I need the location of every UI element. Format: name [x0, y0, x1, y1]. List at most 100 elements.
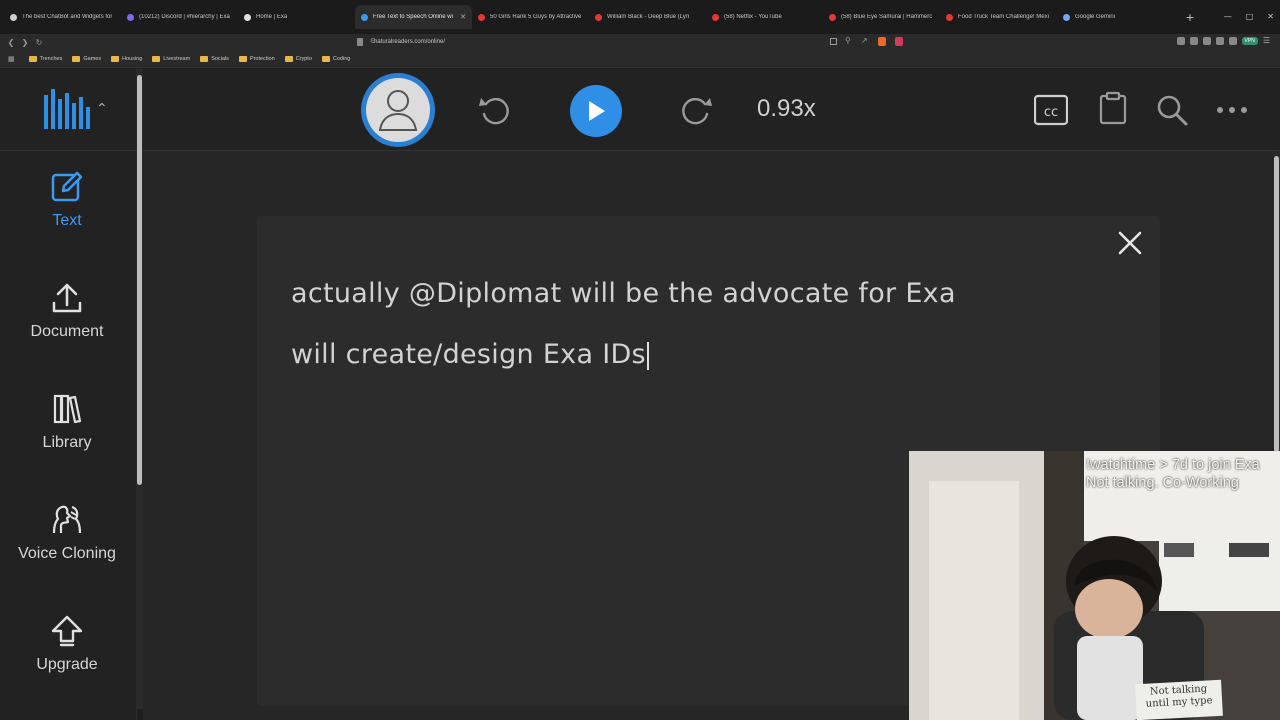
bookmark-folder[interactable]: Coding — [321, 56, 351, 62]
tab-close-icon[interactable]: ✕ — [460, 13, 466, 21]
wallet-icon[interactable] — [1215, 36, 1224, 45]
new-tab-button[interactable]: + — [1182, 11, 1198, 24]
more-options-icon[interactable] — [1215, 93, 1249, 127]
sidebar-item-document[interactable]: Document — [0, 281, 134, 381]
folder-icon — [238, 56, 247, 62]
tab-title: Google Gemini — [1075, 14, 1116, 20]
browser-tab[interactable]: (58) Netflix - YouTube — [706, 5, 823, 29]
sidebar-item-voice-cloning[interactable]: Voice Cloning — [0, 503, 134, 603]
stream-overlay-text: !watchtime > 7d to join Exa Not talking.… — [1086, 456, 1260, 492]
tab-favicon-icon — [361, 13, 368, 21]
folder-icon — [200, 56, 209, 62]
browser-tab[interactable]: Home | Exa — [238, 5, 355, 29]
forward-skip-icon[interactable] — [680, 93, 714, 127]
menu-icon[interactable]: ☰ — [1263, 36, 1270, 45]
minimize-icon[interactable]: — — [1224, 12, 1232, 21]
tab-title: 50 Girls Rank 5 Guys by Attractive — [490, 14, 582, 20]
browser-tab[interactable]: 50 Girls Rank 5 Guys by Attractive — [472, 5, 589, 29]
browser-tab[interactable]: Google Gemini — [1057, 5, 1174, 29]
folder-icon — [72, 56, 81, 62]
extension-icon[interactable] — [1176, 36, 1185, 45]
books-icon — [53, 394, 82, 424]
sidebar-item-label: Document — [30, 323, 104, 340]
bookmark-label: Livestream — [163, 56, 191, 62]
profile-icon[interactable] — [1228, 36, 1237, 45]
tab-title: Free Text to Speech Online wi — [373, 14, 453, 20]
text-caret — [646, 341, 649, 370]
bookmarks-bar: ▦ Trenches Games Housing Livestream Socials P… — [0, 51, 1280, 68]
bookmark-label: Socials — [211, 56, 229, 62]
close-window-icon[interactable]: ✕ — [1267, 12, 1274, 21]
share-icon[interactable]: ↗ — [861, 36, 868, 45]
vpn-button[interactable]: VPN — [1241, 36, 1258, 45]
search-icon[interactable] — [1155, 93, 1189, 127]
maximize-icon[interactable]: □ — [1246, 12, 1254, 21]
editor-text-area[interactable]: actually @Diplomat will be the advocate … — [291, 274, 956, 396]
bookmark-label: Trenches — [39, 56, 63, 62]
back-icon[interactable]: ❮ — [4, 38, 18, 47]
sidebar-item-upgrade[interactable]: Upgrade — [0, 614, 134, 714]
browser-tab[interactable]: Food Truck Team Challenge! Mexi — [940, 5, 1057, 29]
zoom-icon[interactable]: ⚲ — [845, 36, 851, 45]
pencil-square-icon — [51, 171, 83, 202]
app-sidebar: ⌃ Text Document Library Voice Cloning Up… — [0, 69, 137, 720]
play-button[interactable] — [570, 85, 622, 137]
reload-icon[interactable]: ↻ — [32, 38, 46, 47]
editor-line: actually @Diplomat will be the advocate … — [291, 278, 956, 309]
bookmark-label: Games — [83, 56, 102, 62]
window-controls: — □ ✕ — [1224, 12, 1274, 21]
sidebar-divider — [0, 150, 136, 151]
tab-favicon-icon — [946, 13, 953, 21]
bookmark-folder[interactable]: Crypto — [284, 56, 312, 62]
bookmark-icon[interactable] — [357, 38, 363, 46]
main-scrollbar-thumb[interactable] — [1274, 156, 1279, 452]
browser-tab[interactable]: (58) Blue Eye Samurai | Hammerc — [823, 5, 940, 29]
clipboard-icon[interactable] — [1096, 91, 1130, 125]
bookmark-folder[interactable]: Protection — [238, 56, 275, 62]
browser-tab[interactable]: The best ChatBot and Widgets for — [4, 5, 121, 29]
sidebar-item-library[interactable]: Library — [0, 392, 134, 492]
bookmark-label: Coding — [332, 56, 351, 62]
bookmark-label: Crypto — [295, 56, 312, 62]
brave-rewards-icon[interactable] — [895, 37, 903, 46]
bookmark-folder[interactable]: Livestream — [152, 56, 190, 62]
cast-icon[interactable] — [830, 38, 837, 45]
tab-title: Home | Exa — [256, 14, 288, 20]
sidebar-scrollbar-thumb[interactable] — [137, 75, 142, 485]
url-field[interactable]: ⚙ naturalreaders.com/online/ ⚲ ↗ — [352, 35, 912, 49]
avatar — [366, 78, 430, 142]
bookmark-folder[interactable]: Housing — [111, 56, 142, 62]
tab-title: Food Truck Team Challenge! Mexi — [958, 14, 1049, 20]
bookmark-folder[interactable]: Games — [72, 56, 101, 62]
tab-title: (10212) Discord | #hierarchy | Exa — [139, 14, 230, 20]
tab-favicon-icon — [127, 13, 134, 21]
music-icon[interactable] — [1189, 36, 1198, 45]
naturalreader-logo-icon[interactable] — [44, 89, 90, 131]
folder-icon — [321, 56, 330, 62]
rewind-icon[interactable] — [477, 93, 511, 127]
bookmark-folder[interactable]: Trenches — [28, 56, 63, 62]
overlay-line: Not talking. Co-Working — [1086, 475, 1239, 491]
folder-icon — [152, 56, 161, 62]
voice-select-button[interactable] — [361, 73, 435, 147]
tab-favicon-icon — [712, 13, 719, 21]
site-info-icon[interactable]: ⚙ — [370, 37, 376, 45]
sidebar-item-text[interactable]: Text — [0, 170, 134, 270]
apps-grid-icon[interactable]: ▦ — [8, 55, 15, 63]
sidebar-item-label: Voice Cloning — [18, 545, 116, 562]
browser-tab[interactable]: William Black - Deep Blue (Lyri — [589, 5, 706, 29]
overlay-line: !watchtime > 7d to join Exa — [1086, 457, 1260, 473]
browser-tab[interactable]: (10212) Discord | #hierarchy | Exa — [121, 5, 238, 29]
brave-shield-icon[interactable] — [878, 37, 886, 46]
bookmark-folder[interactable]: Socials — [200, 56, 229, 62]
close-icon[interactable] — [1117, 230, 1143, 256]
speed-control[interactable]: 0.93x — [757, 95, 816, 123]
bookmark-label: Protection — [249, 56, 275, 62]
chevron-up-icon[interactable]: ⌃ — [96, 101, 108, 117]
cc-icon[interactable]: cc — [1034, 93, 1068, 127]
paper-note: Not talking until my type — [1135, 679, 1223, 720]
sidebar-icon[interactable] — [1202, 36, 1211, 45]
forward-icon[interactable]: ❯ — [18, 38, 32, 47]
browser-tab[interactable]: Free Text to Speech Online wi ✕ — [355, 5, 472, 29]
bookmark-label: Housing — [122, 56, 143, 62]
